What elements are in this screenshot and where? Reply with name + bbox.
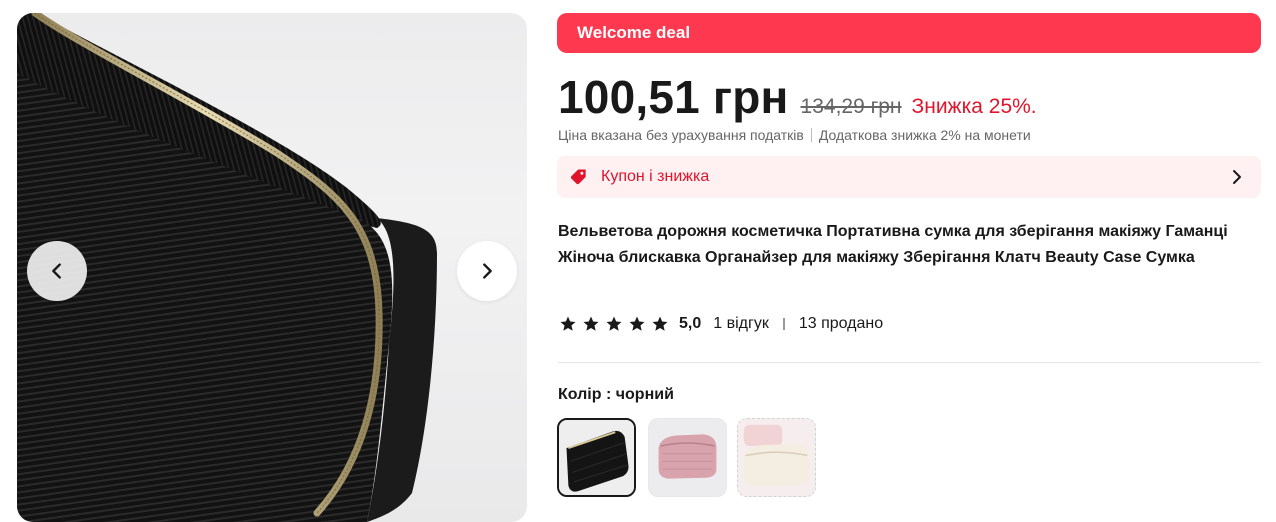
coupon-label: Купон і знижка xyxy=(601,168,710,185)
star-icon xyxy=(560,316,576,331)
discount-label: Знижка 25%. xyxy=(911,95,1037,118)
gallery-next-button[interactable] xyxy=(457,241,517,301)
product-title: Вельветова дорожня косметичка Портативна… xyxy=(558,223,1228,266)
color-label: Колір : чорний xyxy=(558,386,674,403)
star-icon xyxy=(652,316,668,331)
rating-row: 5,0 1 відгук 13 продано xyxy=(559,315,883,333)
tag-icon xyxy=(570,169,586,185)
reviews-link[interactable]: 1 відгук xyxy=(713,315,769,333)
white-bag-thumbnail xyxy=(738,419,815,496)
star-icon xyxy=(629,316,645,331)
chevron-right-icon xyxy=(483,263,492,279)
coupon-discount-bar[interactable]: Купон і знижка xyxy=(557,156,1261,198)
rating-score: 5,0 xyxy=(679,315,702,332)
color-option-pink[interactable] xyxy=(648,418,727,497)
divider xyxy=(558,362,1261,363)
price-row: 100,51 грн 134,29 грн Знижка 25%. xyxy=(558,70,1037,124)
star-icon xyxy=(606,316,622,331)
product-photo xyxy=(17,13,437,522)
rating-stars xyxy=(559,315,669,333)
original-price: 134,29 грн xyxy=(800,95,902,118)
welcome-deal-label: Welcome deal xyxy=(577,23,691,42)
tax-separator xyxy=(810,128,812,142)
product-image-gallery xyxy=(17,13,527,522)
welcome-deal-banner: Welcome deal xyxy=(557,13,1261,53)
color-option-black[interactable] xyxy=(557,418,636,497)
black-bag-thumbnail xyxy=(559,420,634,495)
gallery-prev-button[interactable] xyxy=(27,241,87,301)
tax-note: Ціна вказана без урахування податків xyxy=(558,127,804,143)
star-icon xyxy=(583,316,599,331)
current-price: 100,51 грн xyxy=(558,71,789,123)
tax-info: Ціна вказана без урахування податків Дод… xyxy=(558,127,1031,143)
sold-count: 13 продано xyxy=(798,315,884,332)
pink-bag-thumbnail xyxy=(649,419,726,496)
coin-discount-note: Додаткова знижка 2% на монети xyxy=(818,127,1031,143)
color-option-white[interactable] xyxy=(737,418,816,497)
chevron-right-icon xyxy=(1233,170,1241,184)
rating-separator xyxy=(782,318,785,330)
chevron-left-icon xyxy=(52,263,61,279)
